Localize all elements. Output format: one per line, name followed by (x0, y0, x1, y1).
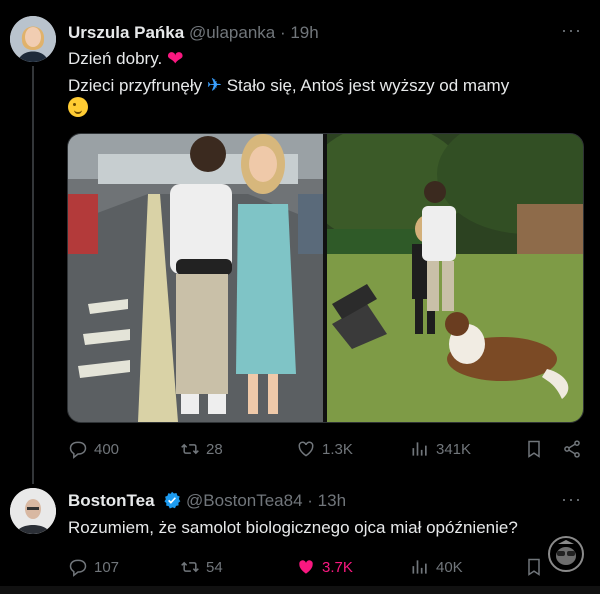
tweet2-more-icon[interactable]: ··· (561, 489, 582, 510)
tweet1-retweet-button[interactable]: 28 (180, 439, 223, 459)
tweet1-text-part-a: Dzieci przyfrunęły (68, 76, 203, 95)
tweet2-actions: 107 54 3.7K 40K (0, 553, 600, 583)
tweet1-share-button[interactable] (562, 439, 582, 459)
thread-connector (32, 66, 34, 484)
heart-emoji-icon: ❤ (166, 48, 184, 70)
tweet1-more-icon[interactable]: ··· (561, 20, 582, 41)
tweet1-like-button[interactable]: 1.3K (296, 439, 353, 459)
reply-icon (69, 441, 87, 459)
tweet2-reply-button[interactable]: 107 (68, 557, 119, 577)
photo-airport[interactable] (68, 134, 323, 422)
tweet1-greeting: Dzień dobry. (68, 49, 163, 68)
watermark-logo-icon (548, 536, 584, 572)
tweet1-retweet-count: 28 (206, 440, 223, 458)
tweet1-like-count: 1.3K (322, 440, 353, 458)
airplane-emoji-icon: ✈ (206, 75, 222, 95)
like-icon (299, 560, 313, 574)
tweet1-reply-button[interactable]: 400 (68, 439, 119, 459)
tweet1-text-part-b: Stało się, Antoś jest wyższy od mamy (226, 76, 510, 95)
reply-icon (69, 559, 87, 577)
avatar-bostontea[interactable] (10, 488, 56, 534)
tweet2-reply-count: 107 (94, 558, 120, 576)
tweet2-retweet-count: 54 (206, 558, 223, 576)
tweet1-time[interactable]: · 19h (280, 23, 319, 42)
tweet2-bookmark-button[interactable] (524, 557, 544, 577)
tweet2-retweet-button[interactable]: 54 (180, 557, 223, 577)
photo-garden[interactable] (327, 134, 583, 422)
tweet1-display-name[interactable]: Urszula Pańka (68, 23, 184, 42)
views-icon (412, 560, 427, 574)
tweet1-bookmark-button[interactable] (524, 439, 544, 459)
tweet2-display-name[interactable]: BostonTea (68, 491, 155, 510)
bookmark-icon (528, 440, 540, 458)
like-icon (298, 441, 314, 457)
avatar-urszula[interactable] (10, 16, 56, 62)
views-icon (412, 442, 427, 456)
bottom-border (0, 586, 600, 594)
tweet1-view-count: 341K (436, 440, 472, 458)
tweet2-views-button[interactable]: 40K (410, 557, 463, 577)
tweet2-header: BostonTea @BostonTea84 · 13h (68, 491, 346, 511)
tweet1-header: Urszula Pańka @ulapanka · 19h (68, 23, 319, 43)
share-icon (564, 440, 580, 458)
tweet1-text-line2: Dzieci przyfrunęły ✈ Stało się, Antoś je… (68, 72, 509, 99)
bookmark-icon (528, 558, 540, 576)
retweet-icon (181, 561, 199, 573)
tweet2-like-button[interactable]: 3.7K (296, 557, 353, 577)
tweet1-text-line3 (68, 96, 88, 122)
tweet2-like-count: 3.7K (322, 558, 353, 576)
tweet2-view-count: 40K (436, 558, 463, 576)
tweet1-handle[interactable]: @ulapanka (189, 23, 275, 42)
wink-emoji-icon (68, 97, 88, 117)
tweet1-views-button[interactable]: 341K (410, 439, 471, 459)
tweet2-handle[interactable]: @BostonTea84 (186, 491, 303, 510)
tweet2-time[interactable]: · 13h (307, 491, 346, 510)
tweet1-actions: 400 28 1.3K 341K (0, 435, 600, 465)
tweet1-text-line1: Dzień dobry. ❤ (68, 46, 184, 72)
tweet2-text: Rozumiem, że samolot biologicznego ojca … (68, 518, 518, 537)
tweet1-media[interactable] (67, 133, 584, 423)
tweet1-reply-count: 400 (94, 440, 120, 458)
retweet-icon (181, 443, 199, 455)
verified-badge-icon (164, 491, 181, 509)
